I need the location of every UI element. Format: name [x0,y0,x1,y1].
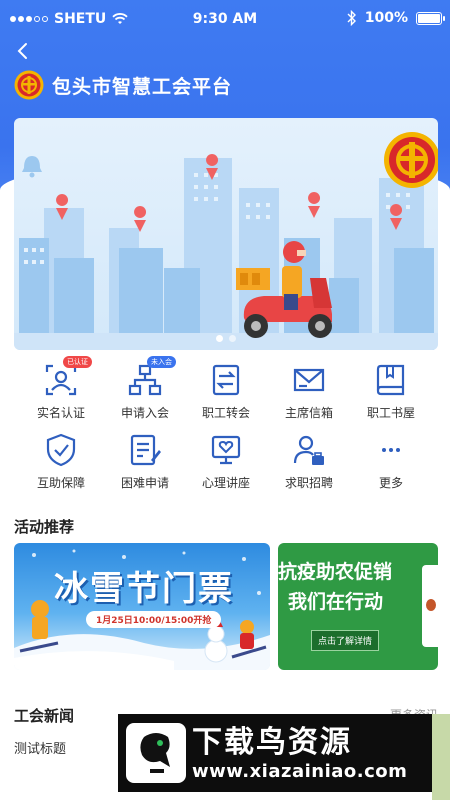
ice-festival-date: 1月25日10:00/15:00开抢 [86,611,222,628]
function-label: 主席信箱 [284,406,333,420]
farm-promo-line2: 我们在行动 [288,591,384,613]
function-label: 职工转会 [201,406,250,420]
function-row-2: 互助保障 困难申请 心理讲座 求职招聘 更多 [0,432,450,502]
function-apply-membership[interactable]: 未入会 申请入会 [100,356,190,421]
function-label: 职工书屋 [366,406,415,420]
function-label: 更多 [378,476,403,490]
function-hardship-application[interactable]: 困难申请 [100,432,190,491]
transfer-icon [208,362,244,398]
city-illustration [14,132,438,350]
function-label: 实名认证 [36,406,85,420]
battery-percent: 100% [364,10,408,26]
org-chart-icon: 未入会 [127,356,176,398]
news-item-title[interactable]: 测试标题 [14,738,66,757]
form-icon [127,432,163,468]
page-title: 包头市智慧工会平台 [52,75,233,98]
bluetooth-icon [347,10,356,26]
title-row: 包头市智慧工会平台 [14,70,232,100]
shield-icon [43,432,79,468]
function-job-recruitment[interactable]: 求职招聘 [264,432,354,491]
function-mutual-aid[interactable]: 互助保障 [16,432,106,491]
more-icon [373,432,409,468]
watermark-text: 下载鸟资源 www.xiazainiao.com [192,725,407,782]
bell-icon [22,156,42,178]
function-label: 困难申请 [120,476,169,490]
function-label: 心理讲座 [201,476,250,490]
badge-not-member: 未入会 [147,356,176,368]
function-label: 申请入会 [120,406,169,420]
status-bar: SHETU 9:30 AM 100% [0,0,450,40]
ice-festival-title: 冰雪节门票 [54,569,234,609]
function-more[interactable]: 更多 [346,432,436,491]
function-chairman-mailbox[interactable]: 主席信箱 [264,362,354,421]
news-title: 工会新闻 [14,707,75,725]
watermark-bird-logo-icon [126,723,186,783]
function-transfer[interactable]: 职工转会 [181,362,271,421]
farm-product-image [422,565,438,647]
activity-card-farm-promo[interactable]: 抗疫助农促销 我们在行动 点击了解详情 [278,543,438,670]
badge-verified: 已认证 [63,356,92,368]
farm-promo-line1: 抗疫助农促销 [278,561,393,583]
mail-icon [291,362,327,398]
function-psych-lecture[interactable]: 心理讲座 [181,432,271,491]
status-right: 100% [347,10,445,26]
function-row-1: 已认证 实名认证 未入会 申请入会 职工转会 主席信箱 职工书屋 [0,356,450,432]
activity-card-ice-festival[interactable]: 冰雪节门票 1月25日10:00/15:00开抢 [14,543,270,670]
banner-dot[interactable] [229,335,236,342]
watermark-brand: 下载鸟资源 [192,724,352,760]
function-reading-room[interactable]: 职工书屋 [346,362,436,421]
back-icon[interactable] [12,40,36,64]
battery-icon [416,11,445,25]
heart-screen-icon [208,432,244,468]
union-logo-icon [14,70,44,100]
banner-pagination [14,335,438,342]
watermark-banner: 下载鸟资源 www.xiazainiao.com [118,714,432,792]
banner-dot[interactable] [216,335,223,342]
job-icon [291,432,327,468]
farm-promo-button[interactable]: 点击了解详情 [311,630,380,651]
hero-banner[interactable] [14,118,438,350]
news-thumbnail [432,714,450,800]
battery-level [418,13,440,23]
function-label: 求职招聘 [284,476,333,490]
id-card-icon: 已认证 [43,356,92,398]
function-real-name-auth[interactable]: 已认证 实名认证 [16,356,106,421]
book-icon [373,362,409,398]
activities-title: 活动推荐 [14,518,75,536]
watermark-url: www.xiazainiao.com [192,760,408,782]
union-emblem-icon [384,132,438,188]
function-label: 互助保障 [36,476,85,490]
